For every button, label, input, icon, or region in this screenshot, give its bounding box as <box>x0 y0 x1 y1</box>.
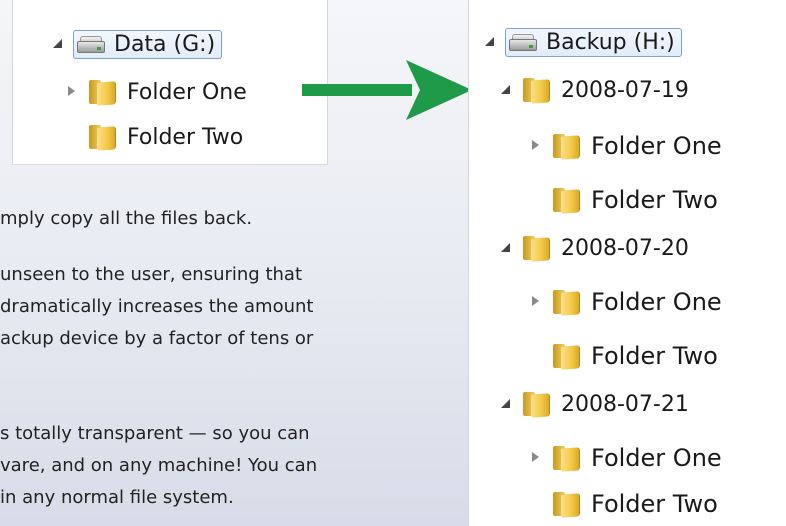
backup-tree-panel: Backup (H:) 2008-07-19 Folder One Folder… <box>468 0 786 526</box>
folder-label: Folder Two <box>127 124 244 150</box>
snapshot-date-label: 2008-07-21 <box>561 391 689 417</box>
expand-arrow-icon[interactable] <box>65 85 79 99</box>
snapshot-date-label: 2008-07-20 <box>561 235 689 261</box>
drive-icon <box>76 33 106 55</box>
tree-item-folder-two[interactable]: Folder Two <box>529 484 718 524</box>
collapse-arrow-icon[interactable] <box>499 241 513 255</box>
collapse-arrow-icon[interactable] <box>499 397 513 411</box>
folder-label: Folder One <box>591 132 722 160</box>
tree-item-snapshot[interactable]: 2008-07-20 <box>499 228 689 268</box>
expand-arrow-icon[interactable] <box>529 139 543 153</box>
folder-label: Folder One <box>591 444 722 472</box>
body-text-line: mply copy all the files back. <box>0 208 253 229</box>
tree-item-snapshot[interactable]: 2008-07-19 <box>499 70 689 110</box>
folder-label: Folder Two <box>591 490 718 518</box>
body-text-line: dramatically increases the amount <box>0 296 314 317</box>
expand-arrow-icon[interactable] <box>529 295 543 309</box>
body-text-line: ackup device by a factor of tens or <box>0 328 314 349</box>
folder-label: Folder One <box>127 79 247 105</box>
tree-item-folder-one[interactable]: Folder One <box>529 126 722 166</box>
drive-icon <box>508 31 538 53</box>
selected-item-highlight: Backup (H:) <box>505 27 682 57</box>
drive-label: Backup (H:) <box>546 29 675 55</box>
tree-item-backup-drive[interactable]: Backup (H:) <box>483 22 682 62</box>
tree-item-folder-one[interactable]: Folder One <box>529 282 722 322</box>
folder-label: Folder Two <box>591 342 718 370</box>
tree-item-snapshot[interactable]: 2008-07-21 <box>499 384 689 424</box>
collapse-arrow-icon[interactable] <box>51 37 65 51</box>
folder-icon <box>551 490 581 518</box>
body-text-line: unseen to the user, ensuring that <box>0 264 303 285</box>
folder-label: Folder One <box>591 288 722 316</box>
folder-icon <box>87 123 117 151</box>
body-text-line: s totally transparent — so you can <box>0 423 310 444</box>
body-text-line: in any normal file system. <box>0 487 234 508</box>
folder-icon <box>551 132 581 160</box>
folder-icon <box>521 390 551 418</box>
tree-item-folder-one[interactable]: Folder One <box>529 438 722 478</box>
folder-icon <box>551 186 581 214</box>
folder-icon <box>521 76 551 104</box>
tree-item-folder-one[interactable]: Folder One <box>65 72 247 112</box>
drive-label: Data (G:) <box>114 31 216 57</box>
folder-label: Folder Two <box>591 186 718 214</box>
folder-icon <box>551 444 581 472</box>
folder-icon <box>551 342 581 370</box>
body-text-line: vare, and on any machine! You can <box>0 455 318 476</box>
collapse-arrow-icon[interactable] <box>483 35 497 49</box>
folder-icon <box>551 288 581 316</box>
selected-item-highlight: Data (G:) <box>73 29 223 59</box>
tree-item-folder-two[interactable]: Folder Two <box>529 336 718 376</box>
green-arrow-icon <box>302 60 472 120</box>
folder-icon <box>87 78 117 106</box>
collapse-arrow-icon[interactable] <box>499 83 513 97</box>
tree-item-folder-two[interactable]: Folder Two <box>65 117 243 157</box>
expand-arrow-icon[interactable] <box>529 451 543 465</box>
tree-item-folder-two[interactable]: Folder Two <box>529 180 718 220</box>
snapshot-date-label: 2008-07-19 <box>561 77 689 103</box>
folder-icon <box>521 234 551 262</box>
tree-item-data-drive[interactable]: Data (G:) <box>51 24 223 64</box>
source-tree-panel: Data (G:) Folder One Folder Two <box>12 0 328 165</box>
